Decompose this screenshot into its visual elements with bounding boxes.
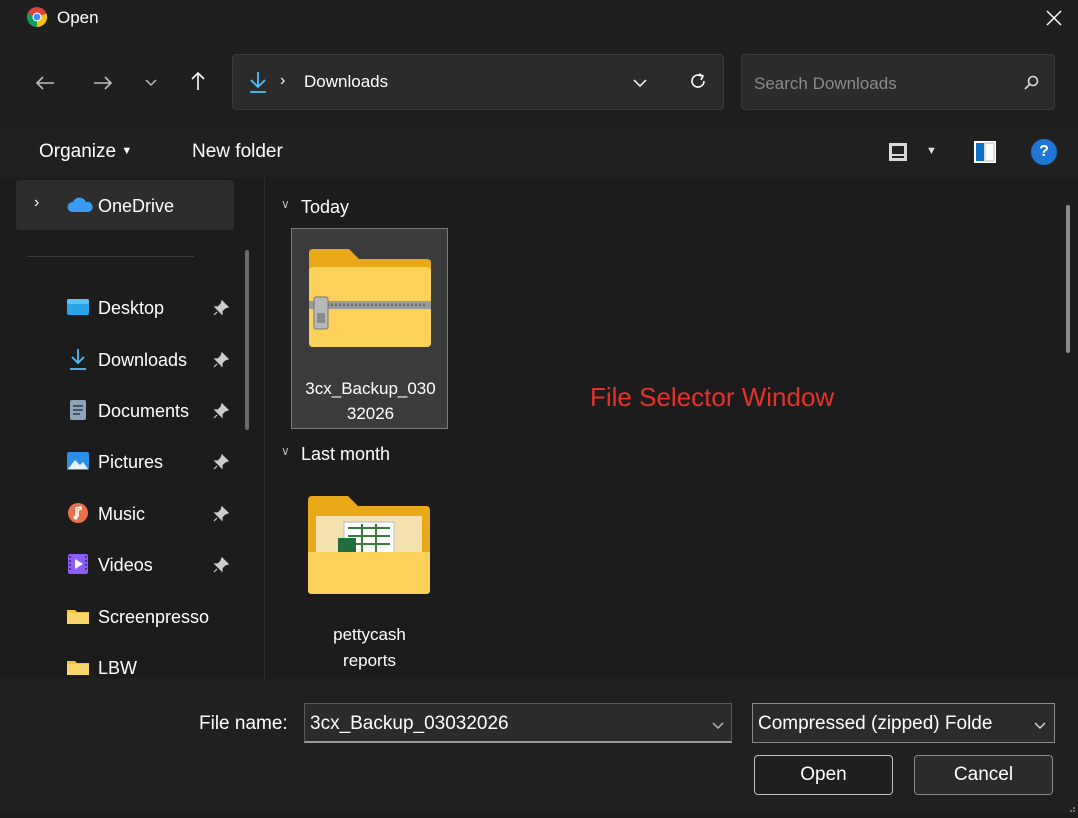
view-options-caret-icon[interactable]: ▼ <box>926 145 937 157</box>
preview-pane-icon <box>974 141 996 163</box>
sidebar-item-desktop[interactable]: Desktop <box>16 286 241 330</box>
desktop-icon <box>67 299 89 315</box>
arrow-up-icon <box>191 71 205 90</box>
sidebar-item-pictures[interactable]: Pictures <box>16 440 241 484</box>
chevron-down-icon[interactable]: ∨ <box>281 197 290 211</box>
change-view-button[interactable] <box>887 141 909 163</box>
sidebar-item-label: OneDrive <box>98 196 175 216</box>
close-button[interactable] <box>1036 2 1072 34</box>
file-item[interactable]: 3cx_Backup_030 32026 <box>291 228 448 429</box>
sidebar-item-label: Desktop <box>98 298 165 318</box>
content-scrollbar[interactable] <box>1066 205 1070 353</box>
chevron-down-icon <box>633 79 647 87</box>
chevron-down-icon <box>712 722 724 729</box>
file-type-value[interactable]: Compressed (zipped) Folde <box>758 713 1028 735</box>
recent-locations-button[interactable] <box>140 68 162 98</box>
breadcrumb-separator: › <box>280 72 286 89</box>
command-bar <box>0 126 1078 178</box>
pin-icon[interactable] <box>212 556 230 574</box>
divider <box>27 256 194 257</box>
onedrive-icon <box>67 197 93 212</box>
file-name-line2: reports <box>343 651 396 670</box>
sidebar-item-onedrive[interactable]: › OneDrive <box>16 180 234 230</box>
chevron-down-icon <box>1034 722 1046 729</box>
up-button[interactable] <box>184 66 212 96</box>
new-folder-button[interactable]: New folder <box>192 141 283 163</box>
sidebar-item-music[interactable]: Music <box>16 492 241 536</box>
organize-label: Organize <box>39 141 117 162</box>
search-input[interactable] <box>754 73 1004 95</box>
group-header-today[interactable]: Today <box>301 197 349 218</box>
window-title: Open <box>57 8 99 27</box>
pin-icon[interactable] <box>212 505 230 523</box>
sidebar-item-label: LBW <box>98 658 138 678</box>
back-button[interactable] <box>30 68 60 98</box>
file-name-value[interactable]: 3cx_Backup_03032026 <box>310 713 509 735</box>
chevron-right-icon[interactable]: › <box>34 194 39 212</box>
caret-down-icon: ▼ <box>121 145 133 157</box>
pin-icon[interactable] <box>212 299 230 317</box>
sidebar-item-label: Screenpresso <box>98 607 210 627</box>
sidebar-item-documents[interactable]: Documents <box>16 389 241 433</box>
pictures-icon <box>67 452 89 470</box>
sidebar-item-label: Music <box>98 504 146 524</box>
pin-icon[interactable] <box>212 402 230 420</box>
pin-icon[interactable] <box>212 351 230 369</box>
view-icon <box>889 143 907 161</box>
file-name-label: File name: <box>199 713 288 734</box>
file-type-dropdown-button[interactable] <box>1034 717 1046 735</box>
chevron-down-icon[interactable]: ∨ <box>281 444 290 458</box>
address-dropdown-button[interactable] <box>628 68 652 98</box>
arrow-left-icon <box>35 76 54 90</box>
forward-button[interactable] <box>88 68 118 98</box>
file-name-dropdown-button[interactable] <box>712 717 724 735</box>
organize-menu[interactable]: Organize ▼ <box>39 141 132 163</box>
sidebar-item-label: Videos <box>98 555 153 575</box>
chrome-icon <box>26 7 48 28</box>
documents-icon <box>70 400 86 420</box>
file-name-line2: 32026 <box>346 404 395 423</box>
pin-icon[interactable] <box>212 453 230 471</box>
sidebar-scrollbar[interactable] <box>245 250 249 430</box>
music-icon <box>68 503 88 523</box>
arrow-right-icon <box>94 76 113 90</box>
refresh-button[interactable] <box>685 66 711 96</box>
sidebar-item-label: Downloads <box>98 350 188 370</box>
sidebar-item-label: Pictures <box>98 452 164 472</box>
close-icon <box>1046 10 1062 26</box>
refresh-icon <box>691 73 705 88</box>
help-button[interactable]: ? <box>1031 139 1057 165</box>
folder-icon <box>67 661 89 675</box>
file-name-line1: pettycash <box>333 625 406 644</box>
search-button[interactable] <box>1020 68 1042 98</box>
sidebar-item-screenpresso[interactable]: Screenpresso <box>16 595 241 639</box>
sidebar-item-label: Documents <box>98 401 190 421</box>
cancel-button[interactable]: Cancel <box>914 755 1053 795</box>
sidebar-item-videos[interactable]: Videos <box>16 543 241 587</box>
help-icon: ? <box>1039 143 1049 160</box>
annotation-label: File Selector Window <box>590 382 835 412</box>
sidebar-item-downloads[interactable]: Downloads <box>16 338 241 382</box>
videos-icon <box>68 554 88 574</box>
pane-divider <box>264 178 265 679</box>
breadcrumb[interactable]: Downloads <box>304 72 388 92</box>
resize-grip-icon[interactable] <box>1066 800 1076 812</box>
folder-icon <box>308 496 430 594</box>
chevron-down-icon <box>145 79 157 87</box>
open-button[interactable]: Open <box>754 755 893 795</box>
folder-icon <box>67 610 89 624</box>
zip-folder-icon <box>309 249 431 347</box>
preview-pane-button[interactable] <box>972 139 998 165</box>
group-header-last-month[interactable]: Last month <box>301 444 390 465</box>
file-item[interactable]: pettycash reports <box>291 476 448 676</box>
search-icon <box>1024 75 1039 90</box>
downloads-icon <box>250 72 266 93</box>
downloads-icon <box>70 349 86 370</box>
title-bar <box>0 0 1078 40</box>
file-name-line1: 3cx_Backup_030 <box>305 379 436 398</box>
